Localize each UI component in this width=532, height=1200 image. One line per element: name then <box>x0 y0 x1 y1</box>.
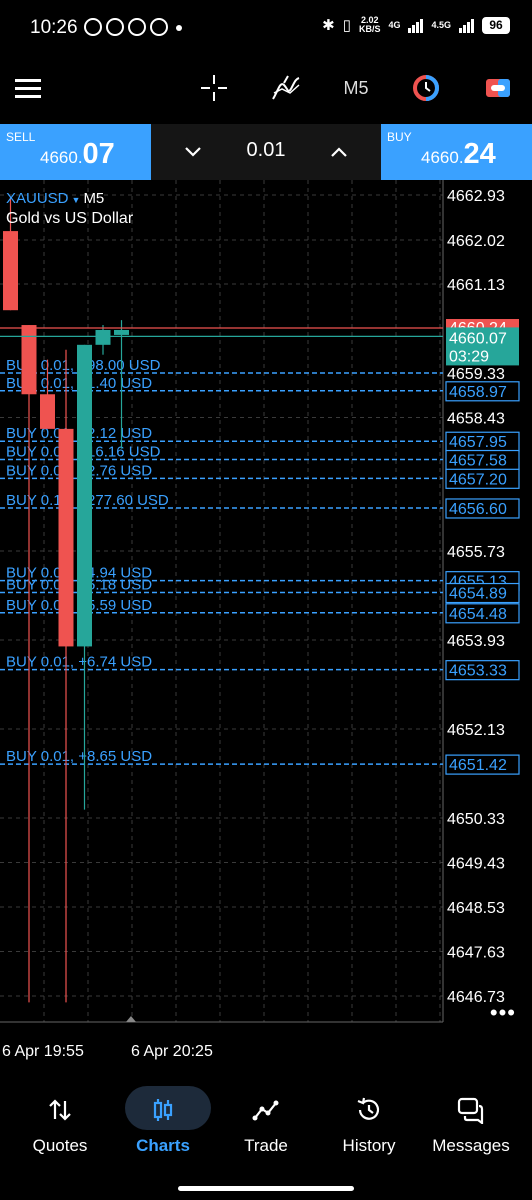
more-notifications-icon <box>176 25 182 31</box>
candle-body <box>77 344 92 647</box>
y-tick-label: 4662.93 <box>447 188 505 205</box>
candlestick-chart[interactable]: 4662.93 4662.02 4661.13 4659.33 4658.43 4655.… <box>0 180 532 1065</box>
position-price-text: 4654.89 <box>449 586 507 603</box>
position-price-text: 4651.42 <box>449 757 507 774</box>
candle-body <box>21 325 37 395</box>
facebook-icon <box>128 18 146 36</box>
symbol-name[interactable]: XAUUSD <box>6 190 69 207</box>
position-price-text: 4656.60 <box>449 501 507 518</box>
charts-icon <box>110 1090 216 1130</box>
one-click-trading-icon[interactable] <box>408 70 444 106</box>
history-icon <box>316 1090 422 1130</box>
sell-button[interactable]: SELL 4660.07 <box>0 124 151 180</box>
x-tick-label: 6 Apr 19:55 <box>2 1043 84 1060</box>
one-click-trade-bar: SELL 4660.07 0.01 BUY 4660.24 <box>0 124 532 180</box>
signal-icon-2 <box>459 17 474 33</box>
position-price-text: 4653.33 <box>449 663 507 680</box>
nav-label: History <box>342 1136 396 1155</box>
nav-messages[interactable]: Messages <box>418 1080 524 1180</box>
more-options-icon[interactable]: ••• <box>490 1000 516 1026</box>
buy-label: BUY <box>387 130 412 144</box>
clock: 10:26 <box>30 17 78 38</box>
position-label: BUY 0.01, +8.65 USD <box>6 748 152 765</box>
nav-label: Trade <box>244 1136 288 1155</box>
y-tick-label: 4662.02 <box>447 233 505 250</box>
chart-symbol-header: XAUUSD ▼ M5 <box>6 190 104 207</box>
menu-icon[interactable] <box>14 70 42 106</box>
sell-price: 4660.07 <box>40 138 115 170</box>
nav-trade[interactable]: Trade <box>213 1080 319 1180</box>
quotes-icon <box>7 1090 113 1130</box>
position-price-text: 4654.48 <box>449 606 507 623</box>
whatsapp-icon <box>84 18 102 36</box>
buy-button[interactable]: BUY 4660.24 <box>381 124 532 180</box>
position-price-text: 4657.95 <box>449 434 507 451</box>
y-tick-label: 4652.13 <box>447 722 505 739</box>
y-tick-label: 4658.43 <box>447 411 505 428</box>
trade-icon <box>213 1090 319 1130</box>
bluetooth-icon: ✱ <box>322 17 335 34</box>
nav-label: Charts <box>136 1136 190 1155</box>
status-bar: 10:26 ✱ ▯ 2.02 KB/S 4G 4.5G 96 <box>0 0 532 58</box>
candle-countdown: 03:29 <box>449 348 489 365</box>
trade-panel-icon[interactable] <box>480 70 516 106</box>
chart-toolbar: M5 <box>0 58 532 122</box>
y-tick-label: 4653.93 <box>447 633 505 650</box>
y-tick-label: 4661.13 <box>447 277 505 294</box>
network-type-2: 4.5G <box>431 19 451 30</box>
nav-label: Quotes <box>32 1136 88 1155</box>
y-tick-label: 4649.43 <box>447 856 505 873</box>
home-indicator[interactable] <box>178 1186 354 1191</box>
nav-label: Messages <box>432 1136 510 1155</box>
y-tick-label: 4659.33 <box>447 366 505 383</box>
network-type-1: 4G <box>388 19 401 30</box>
chart-timeframe: M5 <box>83 190 105 207</box>
status-right: ✱ ▯ 2.02 KB/S 4G 4.5G 96 <box>322 16 510 34</box>
snapchat-icon <box>106 18 124 36</box>
sell-label: SELL <box>6 130 36 144</box>
bid-price-text: 4660.07 <box>449 330 507 347</box>
timeframe-button[interactable]: M5 <box>336 70 376 106</box>
symbol-dropdown-icon[interactable]: ▼ <box>72 195 81 205</box>
candle-body <box>114 329 129 335</box>
lot-size-selector: 0.01 <box>151 124 381 180</box>
messages-icon <box>418 1090 524 1130</box>
nav-quotes[interactable]: Quotes <box>7 1080 113 1180</box>
y-tick-label: 4648.53 <box>447 900 505 917</box>
symbol-description: Gold vs US Dollar <box>6 210 134 227</box>
position-price-text: 4657.20 <box>449 471 507 488</box>
x-tick-label: 6 Apr 20:25 <box>131 1043 213 1060</box>
vibrate-icon: ▯ <box>342 17 351 34</box>
bottom-navigation: Quotes Charts Trade History Messages <box>0 1080 532 1200</box>
time-marker-icon <box>126 1016 136 1022</box>
signal-icon <box>408 17 424 33</box>
position-price-text: 4657.58 <box>449 453 507 470</box>
price-chart[interactable]: 4662.93 4662.02 4661.13 4659.33 4658.43 4655.… <box>0 180 532 1065</box>
candle-body <box>3 231 18 311</box>
y-tick-label: 4647.63 <box>447 945 505 962</box>
nav-history[interactable]: History <box>316 1080 422 1180</box>
crosshair-icon[interactable] <box>196 70 232 106</box>
indicators-icon[interactable] <box>268 70 304 106</box>
position-price-text: 4658.97 <box>449 384 507 401</box>
candle-body <box>95 329 111 345</box>
network-speed: 2.02 KB/S <box>358 15 381 34</box>
notification-icons <box>84 18 182 36</box>
nav-charts[interactable]: Charts <box>110 1080 216 1180</box>
messenger-icon <box>150 18 168 36</box>
y-tick-label: 4650.33 <box>447 811 505 828</box>
y-tick-label: 4655.73 <box>447 544 505 561</box>
buy-price: 4660.24 <box>421 138 496 170</box>
candle-body <box>40 394 55 429</box>
candle-body <box>58 428 74 647</box>
position-label: BUY 0.01, +6.74 USD <box>6 654 152 671</box>
lot-increase-button[interactable] <box>321 134 357 170</box>
battery-icon: 96 <box>482 16 510 34</box>
